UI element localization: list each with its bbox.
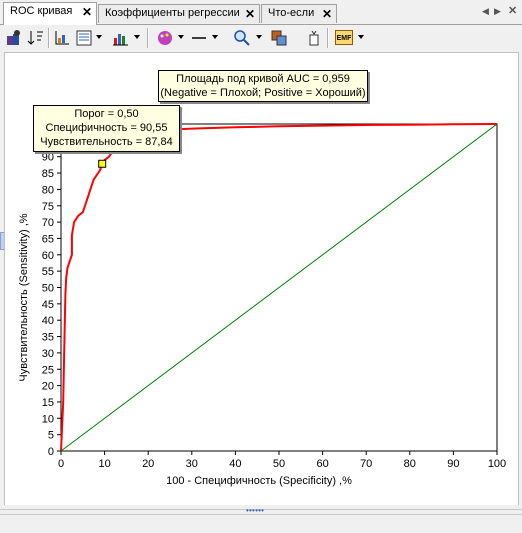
specificity-text: Специфичность = 90,55 bbox=[45, 122, 168, 134]
auc-annotation: Площадь под кривой AUC = 0,959 (Negative… bbox=[158, 70, 368, 102]
x-tick-label: 10 bbox=[98, 458, 110, 470]
x-tick-label: 100 bbox=[488, 458, 506, 470]
chevron-down-icon[interactable] bbox=[212, 35, 218, 39]
tab-roc-curve[interactable]: ROC кривая ✕ bbox=[3, 2, 97, 25]
tab-label: Коэффициенты регрессии bbox=[105, 7, 240, 19]
y-tick-label: 25 bbox=[42, 364, 54, 376]
bar-chart-icon[interactable] bbox=[112, 29, 130, 47]
y-tick-label: 90 bbox=[42, 152, 54, 164]
auc-value-text: Площадь под кривой AUC = 0,959 bbox=[176, 73, 350, 85]
copy-image-icon[interactable] bbox=[270, 29, 288, 47]
tab-scroll-right-icon[interactable]: ▶ bbox=[494, 6, 501, 17]
x-axis-title: 100 - Специфичность (Specificity) ,% bbox=[166, 475, 352, 487]
y-tick-label: 40 bbox=[42, 315, 54, 327]
y-tick-label: 0 bbox=[48, 446, 54, 458]
close-icon[interactable]: ✕ bbox=[245, 7, 255, 21]
y-tick-label: 10 bbox=[42, 413, 54, 425]
splitter-grip-icon[interactable]: • • • • • • bbox=[246, 506, 264, 515]
sort-icon[interactable] bbox=[27, 29, 45, 47]
x-tick-label: 90 bbox=[447, 458, 459, 470]
threshold-marker bbox=[98, 159, 107, 168]
toolbar-separator bbox=[147, 28, 149, 48]
y-tick-label: 35 bbox=[42, 332, 54, 344]
y-tick-label: 60 bbox=[42, 250, 54, 262]
y-axis-title: Чувствительность (Sensitivity) ,% bbox=[18, 213, 30, 381]
x-tick-label: 40 bbox=[229, 458, 241, 470]
x-tick-label: 20 bbox=[142, 458, 154, 470]
x-tick-label: 60 bbox=[316, 458, 328, 470]
y-tick-label: 80 bbox=[42, 184, 54, 196]
close-icon[interactable]: ✕ bbox=[82, 5, 92, 19]
tab-label: ROC кривая bbox=[10, 5, 73, 17]
y-tick-label: 15 bbox=[42, 397, 54, 409]
zoom-icon[interactable] bbox=[233, 29, 251, 47]
toolbar-separator bbox=[327, 28, 329, 48]
threshold-tooltip: Порог = 0,50 Специфичность = 90,55 Чувст… bbox=[33, 105, 180, 152]
toolbar-separator bbox=[48, 28, 50, 48]
x-tick-label: 30 bbox=[186, 458, 198, 470]
clear-icon[interactable] bbox=[305, 29, 323, 47]
x-tick-label: 80 bbox=[404, 458, 416, 470]
sensitivity-text: Чувствительность = 87,84 bbox=[40, 136, 173, 148]
chevron-down-icon[interactable] bbox=[256, 35, 262, 39]
x-tick-label: 0 bbox=[58, 458, 64, 470]
y-tick-label: 70 bbox=[42, 217, 54, 229]
tab-bar: ROC кривая ✕ Коэффициенты регрессии ✕ Чт… bbox=[0, 0, 522, 25]
list-icon[interactable] bbox=[75, 29, 93, 47]
tab-regression-coefficients[interactable]: Коэффициенты регрессии ✕ bbox=[98, 4, 260, 23]
y-tick-label: 5 bbox=[48, 430, 54, 442]
threshold-text: Порог = 0,50 bbox=[74, 108, 139, 120]
chevron-down-icon[interactable] bbox=[358, 35, 364, 39]
line-style-icon[interactable] bbox=[190, 29, 208, 47]
chevron-down-icon[interactable] bbox=[134, 35, 140, 39]
y-tick-label: 75 bbox=[42, 201, 54, 213]
y-tick-label: 65 bbox=[42, 233, 54, 245]
x-tick-label: 50 bbox=[273, 458, 285, 470]
y-tick-label: 85 bbox=[42, 168, 54, 180]
tab-label: Что-если bbox=[268, 7, 315, 19]
y-tick-label: 55 bbox=[42, 266, 54, 278]
y-tick-label: 30 bbox=[42, 348, 54, 360]
export-icon[interactable] bbox=[5, 29, 23, 47]
y-tick-label: 45 bbox=[42, 299, 54, 311]
x-tick-label: 70 bbox=[360, 458, 372, 470]
y-tick-label: 20 bbox=[42, 381, 54, 393]
tab-scroll-left-icon[interactable]: ◀ bbox=[482, 6, 489, 17]
chart-area: 0 10 20 30 40 50 60 70 80 90 100 0 5 10 15 20 25 30 35 40 45… bbox=[4, 52, 519, 506]
tabs-close-icon[interactable]: ✕ bbox=[508, 4, 517, 17]
chevron-down-icon[interactable] bbox=[96, 35, 102, 39]
axis-icon[interactable] bbox=[53, 29, 71, 47]
auc-legend-text: (Negative = Плохой; Positive = Хороший) bbox=[160, 87, 366, 99]
tab-what-if[interactable]: Что-если ✕ bbox=[261, 4, 337, 23]
y-tick-label: 50 bbox=[42, 283, 54, 295]
emf-icon[interactable]: EMF bbox=[335, 30, 353, 45]
toolbar: EMF bbox=[0, 25, 522, 51]
palette-icon[interactable] bbox=[156, 29, 174, 47]
chevron-down-icon[interactable] bbox=[178, 35, 184, 39]
close-icon[interactable]: ✕ bbox=[322, 7, 332, 21]
